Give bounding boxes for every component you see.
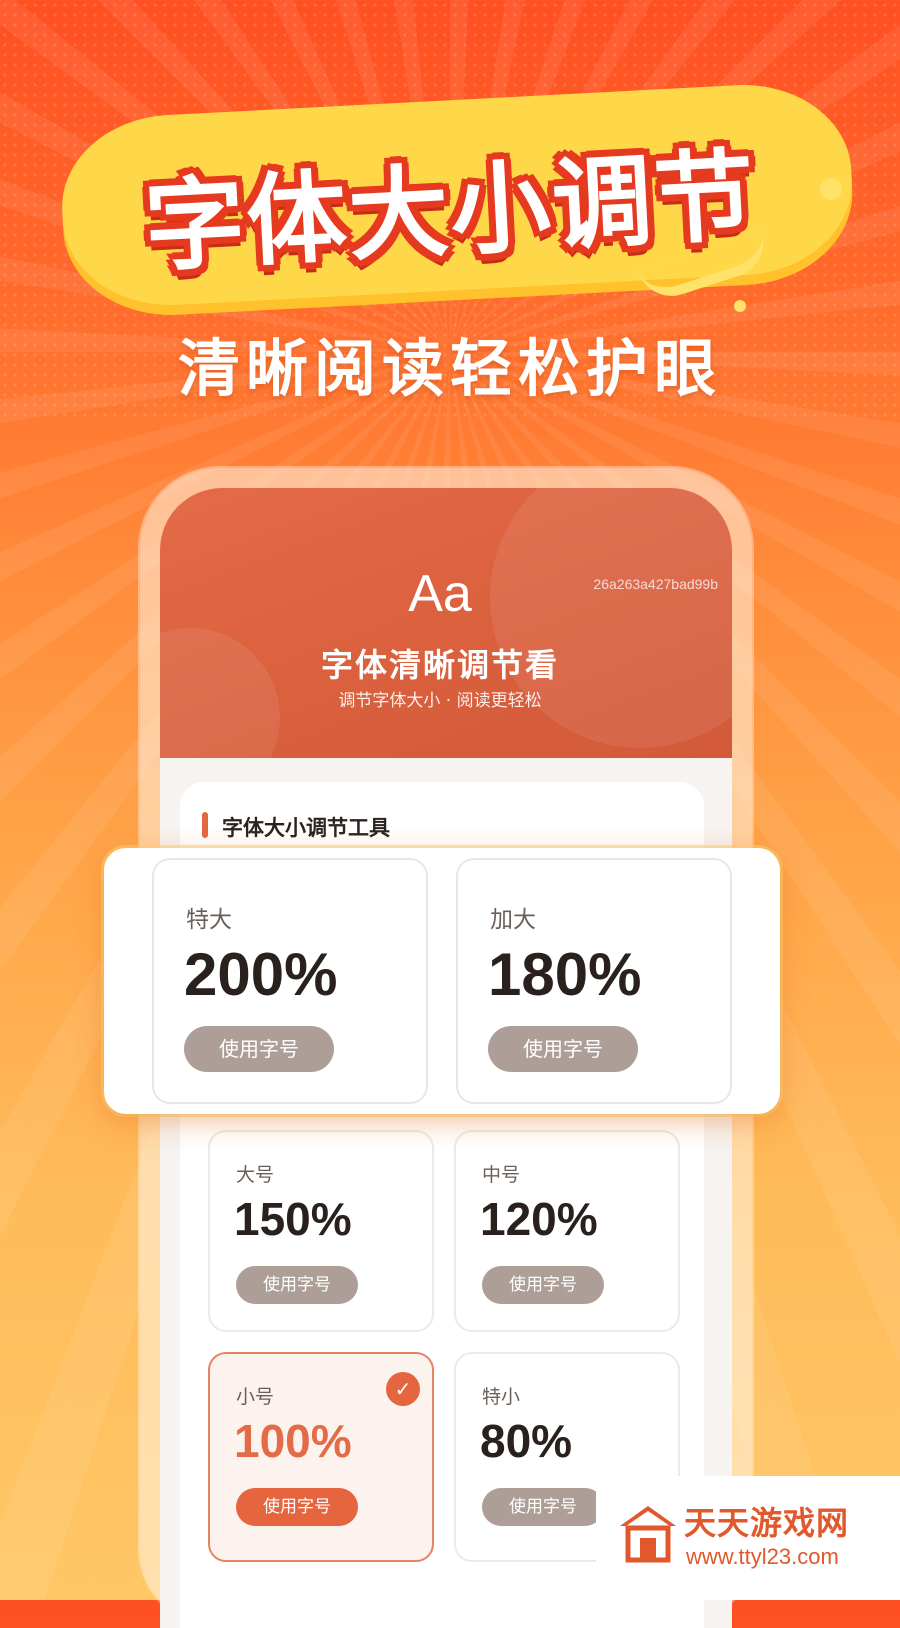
size-option-small[interactable]: ✓ 小号 100% 使用字号	[208, 1352, 434, 1562]
size-value: 200%	[184, 941, 338, 1008]
use-size-button[interactable]: 使用字号	[482, 1266, 604, 1304]
section-accent-bar	[202, 812, 208, 838]
hash-code: 26a263a427bad99b	[593, 576, 718, 592]
app-title: 字体清晰调节看	[320, 646, 559, 684]
size-label: 特大	[186, 907, 232, 933]
app-subtitle: 调节字体大小 · 阅读更轻松	[338, 691, 542, 711]
size-option-large[interactable]: 大号 150% 使用字号	[208, 1130, 434, 1332]
use-size-button[interactable]: 使用字号	[184, 1026, 334, 1072]
use-size-button[interactable]: 使用字号	[236, 1266, 358, 1304]
size-label: 加大	[490, 907, 536, 933]
size-value: 180%	[488, 941, 642, 1008]
size-value: 120%	[480, 1193, 598, 1245]
size-option-medium[interactable]: 中号 120% 使用字号	[454, 1130, 680, 1332]
house-logo-icon	[620, 1506, 676, 1563]
watermark-url: www.ttyl23.com	[686, 1544, 839, 1569]
size-option-larger[interactable]: 加大 180% 使用字号	[456, 858, 732, 1104]
watermark-name: 天天游戏网	[684, 1504, 850, 1542]
size-value: 80%	[480, 1415, 573, 1467]
size-value: 150%	[234, 1193, 352, 1245]
size-label: 特小	[482, 1386, 521, 1408]
banner-spark	[820, 178, 842, 200]
size-option-extra-large[interactable]: 特大 200% 使用字号	[152, 858, 428, 1104]
font-aa-icon: Aa	[408, 565, 472, 623]
size-label: 小号	[236, 1386, 275, 1408]
use-size-button[interactable]: 使用字号	[482, 1488, 604, 1526]
banner-spark	[734, 300, 746, 312]
site-watermark: 天天游戏网 www.ttyl23.com	[596, 1476, 900, 1600]
promo-subheadline: 清晰阅读轻松护眼	[177, 332, 722, 405]
size-label: 中号	[482, 1164, 521, 1186]
section-title: 字体大小调节工具	[222, 816, 390, 840]
size-label: 大号	[236, 1164, 275, 1186]
use-size-button[interactable]: 使用字号	[488, 1026, 638, 1072]
featured-size-panel: 特大 200% 使用字号 加大 180% 使用字号	[104, 848, 780, 1114]
use-size-button[interactable]: 使用字号	[236, 1488, 358, 1526]
check-icon: ✓	[386, 1372, 420, 1406]
size-value: 100%	[234, 1415, 352, 1467]
app-header: Aa 26a263a427bad99b 字体清晰调节看 调节字体大小 · 阅读更…	[160, 488, 732, 758]
